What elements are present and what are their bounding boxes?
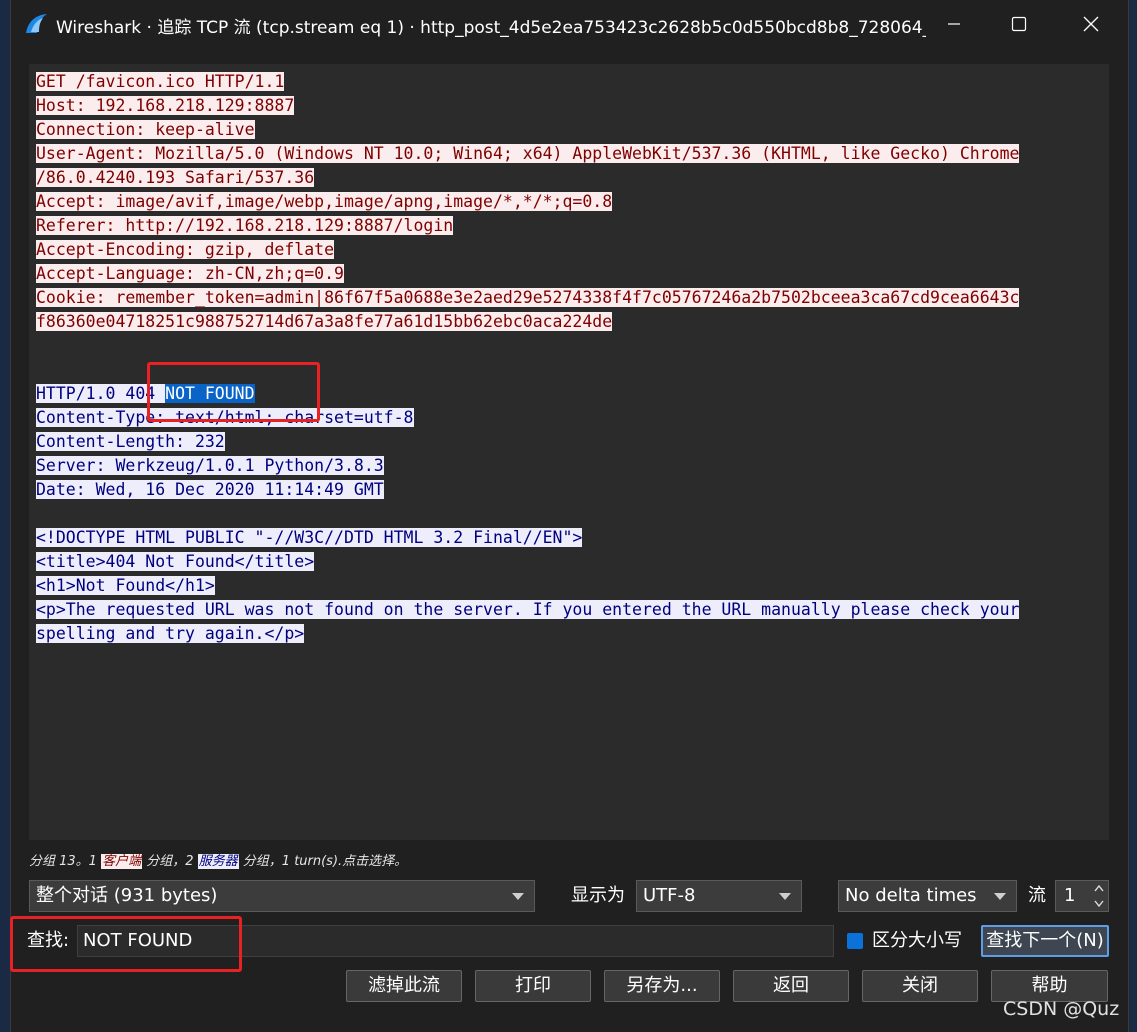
stream-label: 流: [1028, 885, 1046, 906]
case-sensitive-checkbox[interactable]: [847, 933, 863, 949]
conversation-select[interactable]: 整个对话 (931 bytes): [29, 880, 535, 912]
maximize-icon: [1011, 16, 1027, 32]
server-line: Date: Wed, 16 Dec 2020 11:14:49 GMT: [36, 480, 384, 499]
filter-out-stream-button[interactable]: 滤掉此流: [346, 970, 462, 1002]
server-line: Content-Type: text/html; charset=utf-8: [36, 408, 414, 427]
stream-number-spinbox[interactable]: 1: [1055, 880, 1109, 912]
client-line: Accept-Encoding: gzip, deflate: [36, 240, 335, 259]
client-line: Connection: keep-alive: [36, 120, 255, 139]
client-line: f86360e04718251c988752714d67a3a8fe77a61d…: [36, 312, 613, 331]
server-line: <title>404 Not Found</title>: [36, 552, 315, 571]
encoding-select-value: UTF-8: [643, 885, 696, 906]
client-tag: 客户端: [101, 854, 143, 869]
server-status-prefix: HTTP/1.0 404: [36, 384, 166, 403]
client-line: GET /favicon.ico HTTP/1.1: [36, 72, 285, 91]
client-line: /86.0.4240.193 Safari/537.36: [36, 168, 315, 187]
back-button[interactable]: 返回: [733, 970, 849, 1002]
server-line: Content-Length: 232: [36, 432, 225, 451]
chevron-down-icon: [779, 893, 791, 900]
server-tag: 服务器: [197, 854, 239, 869]
follow-tcp-stream-window: Wireshark · 追踪 TCP 流 (tcp.stream eq 1) ·…: [10, 0, 1129, 1032]
stream-text[interactable]: GET /favicon.ico HTTP/1.1 Host: 192.168.…: [36, 70, 1020, 646]
client-line: Cookie: remember_token=admin|86f67f5a068…: [36, 288, 1020, 307]
show-as-label: 显示为: [571, 885, 625, 906]
delta-times-select[interactable]: No delta times: [838, 880, 1017, 912]
client-line: Accept: image/avif,image/webp,image/apng…: [36, 192, 613, 211]
client-line: Accept-Language: zh-CN,zh;q=0.9: [36, 264, 344, 283]
status-middle: 分组，2: [142, 854, 198, 869]
chevron-up-icon: [1094, 885, 1104, 892]
chevron-down-icon: [512, 893, 524, 900]
status-suffix: 分组，1 turn(s).点击选择。: [238, 854, 408, 869]
save-as-button[interactable]: 另存为...: [604, 970, 720, 1002]
find-label: 查找:: [27, 930, 70, 951]
search-match-highlight: NOT FOUND: [165, 384, 255, 403]
spin-down-button[interactable]: [1090, 896, 1108, 911]
client-line: User-Agent: Mozilla/5.0 (Windows NT 10.0…: [36, 144, 1020, 163]
find-next-button[interactable]: 查找下一个(N): [981, 925, 1109, 957]
maximize-button[interactable]: [996, 0, 1042, 48]
status-prefix: 分组 13。1: [29, 854, 102, 869]
chevron-down-icon: [994, 893, 1006, 900]
find-input[interactable]: NOT FOUND: [77, 925, 834, 957]
server-line: <!DOCTYPE HTML PUBLIC "-//W3C//DTD HTML …: [36, 528, 583, 547]
server-line: <h1>Not Found</h1>: [36, 576, 215, 595]
stream-content-panel[interactable]: GET /favicon.ico HTTP/1.1 Host: 192.168.…: [29, 64, 1109, 840]
packet-summary-status[interactable]: 分组 13。1 客户端 分组，2 服务器 分组，1 turn(s).点击选择。: [29, 850, 407, 870]
close-icon: [1083, 16, 1099, 32]
encoding-select[interactable]: UTF-8: [636, 880, 802, 912]
spin-up-button[interactable]: [1090, 881, 1108, 896]
server-line: Server: Werkzeug/1.0.1 Python/3.8.3: [36, 456, 384, 475]
case-sensitive-label[interactable]: 区分大小写: [872, 925, 962, 957]
stream-number-value: 1: [1064, 885, 1076, 906]
close-button[interactable]: 关闭: [862, 970, 978, 1002]
client-line: Host: 192.168.218.129:8887: [36, 96, 295, 115]
delta-times-select-value: No delta times: [845, 885, 977, 906]
watermark: CSDN @Quz: [1003, 998, 1120, 1020]
minimize-button[interactable]: [931, 0, 977, 48]
client-line: Referer: http://192.168.218.129:8887/log…: [36, 216, 454, 235]
close-window-button[interactable]: [1068, 0, 1114, 48]
minimize-icon: [948, 23, 960, 25]
title-bar[interactable]: Wireshark · 追踪 TCP 流 (tcp.stream eq 1) ·…: [11, 0, 1128, 48]
server-line: <p>The requested URL was not found on th…: [36, 600, 1020, 619]
print-button[interactable]: 打印: [475, 970, 591, 1002]
window-title: Wireshark · 追踪 TCP 流 (tcp.stream eq 1) ·…: [56, 18, 926, 37]
server-line: spelling and try again.</p>: [36, 624, 305, 643]
chevron-down-icon: [1094, 900, 1104, 907]
conversation-select-value: 整个对话 (931 bytes): [36, 885, 218, 906]
wireshark-fin-icon: [26, 14, 47, 33]
